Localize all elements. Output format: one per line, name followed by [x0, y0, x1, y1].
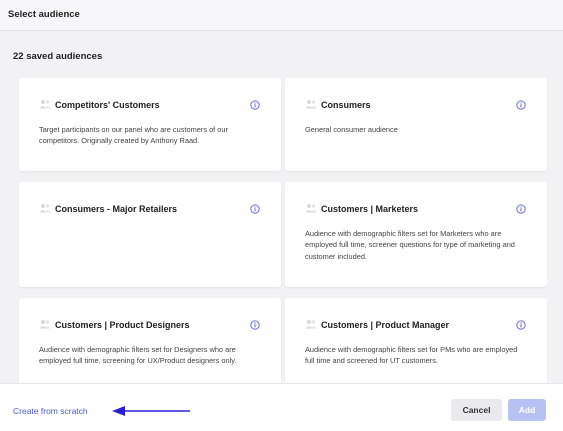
audience-card-description: General consumer audience	[305, 125, 398, 134]
modal-title: Select audience	[8, 9, 80, 20]
audience-list-area[interactable]: 22 saved audiences Competitors' Customer…	[0, 31, 563, 383]
audience-card[interactable]: Competitors' Customers Target participan…	[19, 78, 281, 171]
audience-card-description: Audience with demographic filters set fo…	[305, 345, 518, 366]
arrow-left-icon	[112, 406, 190, 416]
info-icon[interactable]	[250, 320, 260, 330]
audience-card-title: Competitors' Customers	[55, 100, 160, 110]
audience-card[interactable]: Customers | Marketers Audience with demo…	[285, 182, 547, 287]
audience-card-title: Customers | Marketers	[321, 204, 419, 214]
users-icon	[305, 204, 317, 213]
add-button[interactable]: Add	[508, 399, 546, 421]
audience-card[interactable]: Customers | Product Manager Audience wit…	[285, 298, 547, 383]
audience-card-title: Customers | Product Manager	[321, 320, 450, 330]
users-icon	[305, 100, 317, 109]
audience-card[interactable]: Consumers - Major Retailers	[19, 182, 281, 287]
cancel-button[interactable]: Cancel	[451, 399, 502, 421]
saved-audiences-count: 22 saved audiences	[13, 51, 103, 62]
modal-header: Select audience	[0, 0, 563, 31]
users-icon	[39, 204, 51, 213]
audience-card-description: Audience with demographic filters set fo…	[305, 229, 515, 261]
audience-card-description: Target participants on our panel who are…	[39, 125, 228, 146]
users-icon	[305, 320, 317, 329]
create-from-scratch-link[interactable]: Create from scratch	[13, 406, 88, 416]
audience-card[interactable]: Customers | Product Designers Audience w…	[19, 298, 281, 383]
info-icon[interactable]	[516, 100, 526, 110]
audience-card-title: Consumers	[321, 100, 371, 110]
audience-card-description: Audience with demographic filters set fo…	[39, 345, 237, 366]
modal-footer: Create from scratch Cancel Add	[0, 383, 563, 431]
audience-card[interactable]: Consumers General consumer audience	[285, 78, 547, 171]
info-icon[interactable]	[516, 320, 526, 330]
audience-card-title: Customers | Product Designers	[55, 320, 190, 330]
users-icon	[39, 320, 51, 329]
audience-card-title: Consumers - Major Retailers	[55, 204, 178, 214]
info-icon[interactable]	[516, 204, 526, 214]
info-icon[interactable]	[250, 204, 260, 214]
users-icon	[39, 100, 51, 109]
info-icon[interactable]	[250, 100, 260, 110]
